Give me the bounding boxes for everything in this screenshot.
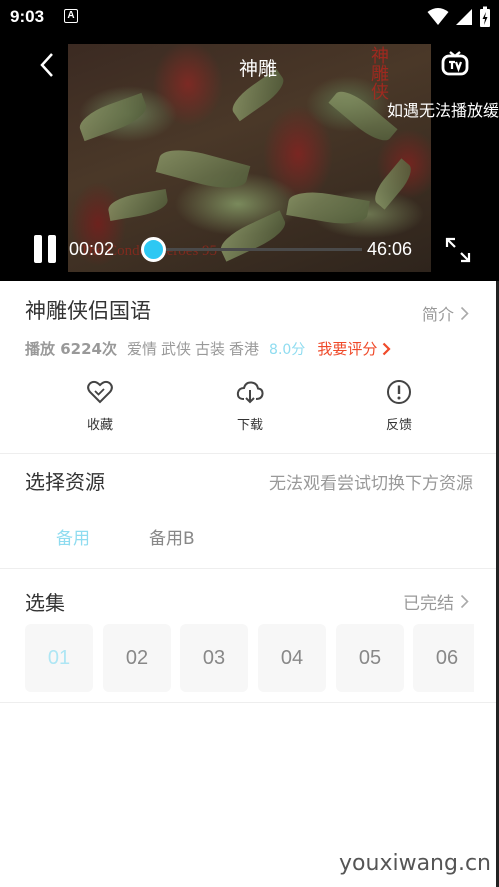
feedback-button[interactable]: 反馈 [359, 378, 439, 433]
intro-label: 简介 [421, 305, 454, 324]
episodes-status: 已完结 [403, 594, 454, 614]
divider [0, 702, 499, 703]
chevron-right-icon [460, 594, 469, 609]
download-label: 下载 [236, 418, 263, 433]
episode-list[interactable]: 01 02 03 04 05 06 [25, 620, 474, 696]
episode-tile[interactable]: 05 [336, 624, 404, 692]
episodes-status-link[interactable]: 已完结 [403, 589, 469, 614]
tag: 爱情 [126, 340, 157, 358]
download-button[interactable]: 下载 [210, 378, 290, 433]
notification-icon: A [64, 9, 78, 23]
total-time: 46:06 [367, 239, 413, 259]
seek-bar[interactable] [152, 248, 362, 251]
current-time: 00:02 [69, 239, 115, 259]
status-bar: 9:03 A [0, 0, 499, 34]
episodes-title: 选集 [25, 591, 65, 615]
tag: 武侠 [161, 340, 192, 358]
show-info: 神雕侠侣国语 简介 播放 6224次 爱情 武侠 古装 香港 8.0分 我要评分… [0, 281, 499, 453]
battery-icon [480, 6, 490, 27]
pause-button[interactable] [32, 235, 58, 265]
download-cloud-icon [236, 378, 264, 406]
cast-button[interactable] [438, 48, 472, 82]
pause-icon [34, 235, 42, 263]
episode-tile[interactable]: 02 [103, 624, 171, 692]
show-title: 神雕侠侣国语 [25, 299, 151, 323]
heart-icon [86, 378, 114, 406]
tag: 古装 [195, 340, 226, 358]
intro-link[interactable]: 简介 [422, 301, 469, 325]
chevron-left-icon [40, 53, 53, 77]
rate-label: 我要评分 [317, 340, 378, 358]
feedback-label: 反馈 [385, 418, 412, 433]
wifi-icon [427, 8, 449, 25]
source-option[interactable]: 备用B [149, 524, 195, 549]
status-time: 9:03 [10, 7, 45, 26]
action-bar: 收藏 下载 反馈 [0, 378, 499, 438]
divider [0, 453, 499, 454]
play-count: 播放 6224次 [25, 340, 117, 358]
sources-title: 选择资源 [25, 470, 105, 494]
status-icons [427, 6, 491, 28]
episode-tile[interactable]: 04 [258, 624, 326, 692]
episode-tile[interactable]: 01 [25, 624, 93, 692]
chevron-right-icon [383, 342, 391, 355]
divider [0, 568, 499, 569]
favorite-button[interactable]: 收藏 [60, 378, 140, 433]
tv-icon [441, 51, 469, 76]
rate-button[interactable]: 我要评分 [317, 338, 391, 359]
source-option-selected[interactable]: 备用 [56, 524, 90, 549]
alert-circle-icon [385, 378, 413, 406]
back-button[interactable] [32, 48, 62, 82]
meta-row: 播放 6224次 爱情 武侠 古装 香港 8.0分 我要评分 [25, 338, 391, 359]
chevron-right-icon [460, 306, 469, 320]
video-player[interactable]: The Condor Heroes 95 神雕侠 神雕 如遇无法播放缓 00:0… [0, 34, 499, 281]
score: 8.0分 [269, 341, 306, 358]
playback-hint: 如遇无法播放缓 [387, 101, 499, 120]
seek-handle[interactable] [141, 237, 166, 262]
signal-icon [456, 9, 472, 25]
expand-icon [445, 237, 471, 263]
fullscreen-button[interactable] [443, 235, 473, 265]
episode-tile[interactable]: 06 [413, 624, 474, 692]
sources-hint: 无法观看尝试切换下方资源 [269, 474, 473, 494]
tag: 香港 [229, 340, 260, 358]
watermark: youxiwang.cn [339, 851, 491, 876]
video-overlay-chars: 神雕侠 [369, 46, 389, 100]
favorite-label: 收藏 [86, 418, 113, 433]
episode-tile[interactable]: 03 [180, 624, 248, 692]
